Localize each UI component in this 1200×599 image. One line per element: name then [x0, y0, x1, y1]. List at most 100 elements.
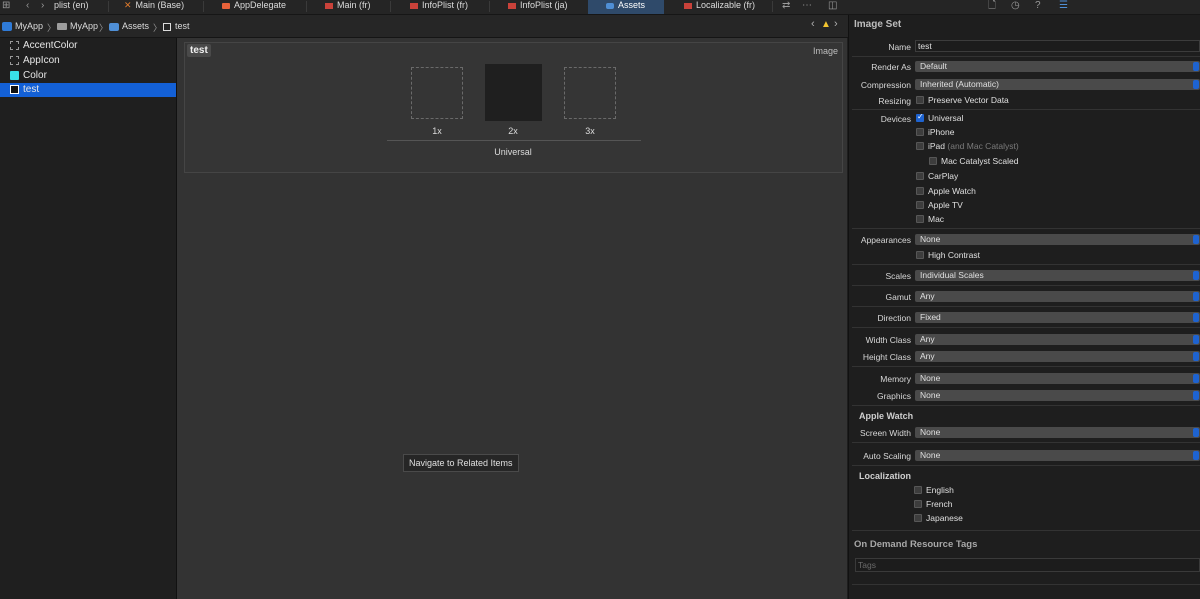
inspector-title: Image Set — [854, 19, 902, 30]
popup-arrow-icon — [1193, 292, 1199, 301]
image-slot-1x[interactable] — [411, 67, 463, 119]
ipad-checkbox[interactable] — [916, 142, 924, 150]
tab-divider — [306, 1, 307, 12]
tooltip: Navigate to Related Items — [403, 454, 519, 472]
asset-catalog-icon — [606, 2, 614, 9]
swap-icon[interactable]: ⇄ — [782, 0, 790, 12]
forward-icon[interactable]: › — [41, 0, 44, 12]
mac-checkbox[interactable] — [916, 215, 924, 223]
more-icon[interactable]: ⋯ — [802, 0, 812, 12]
file-inspector-icon[interactable]: 🗋 — [988, 0, 996, 12]
memory-label: Memory — [880, 374, 911, 384]
compression-label: Compression — [860, 80, 911, 90]
direction-popup[interactable]: Fixed — [915, 312, 1200, 323]
popup-value: Individual Scales — [920, 270, 984, 280]
list-item[interactable]: test — [0, 83, 176, 97]
divider — [852, 584, 1200, 585]
popup-value: Fixed — [920, 312, 941, 322]
popup-value: Any — [920, 351, 935, 361]
preserve-vector-label: Preserve Vector Data — [928, 95, 1009, 105]
list-item[interactable]: AppIcon — [0, 54, 176, 68]
group-divider — [387, 140, 641, 141]
strings-file-icon — [508, 2, 516, 9]
tab-infoplist-en[interactable]: plist (en) — [54, 0, 89, 14]
add-editor-icon[interactable]: ◫ — [828, 0, 837, 12]
list-item-label: AppIcon — [23, 55, 60, 66]
scales-popup[interactable]: Individual Scales — [915, 270, 1200, 281]
tags-field[interactable]: Tags — [855, 558, 1200, 572]
tab-label: InfoPlist (fr) — [422, 0, 469, 10]
width-class-popup[interactable]: Any — [915, 334, 1200, 345]
apple-tv-checkbox[interactable] — [916, 201, 924, 209]
high-contrast-label: High Contrast — [928, 250, 980, 260]
breadcrumb-item[interactable]: MyApp — [2, 21, 43, 32]
attributes-inspector-icon[interactable]: ☰ — [1059, 0, 1068, 12]
tab-localizable-fr[interactable]: Localizable (fr) — [684, 0, 755, 14]
grid-icon[interactable]: ⊞ — [2, 0, 10, 12]
auto-scaling-popup[interactable]: None — [915, 450, 1200, 461]
devices-label: Devices — [880, 114, 911, 124]
width-class-label: Width Class — [865, 335, 911, 345]
render-as-popup[interactable]: Default — [915, 61, 1200, 72]
breadcrumb-item[interactable]: MyApp — [57, 21, 98, 31]
memory-popup[interactable]: None — [915, 373, 1200, 384]
image-slot-3x[interactable] — [564, 67, 616, 119]
help-inspector-icon[interactable]: ? — [1035, 0, 1041, 12]
breadcrumb-item[interactable]: test — [163, 21, 190, 31]
tab-divider — [772, 1, 773, 12]
asset-catalog-icon — [109, 22, 119, 31]
list-item[interactable]: AccentColor — [0, 39, 176, 53]
chevron-right-icon: 〉 — [47, 23, 57, 33]
tab-assets[interactable]: Assets — [588, 0, 664, 14]
popup-value: None — [920, 450, 941, 460]
high-contrast-checkbox[interactable] — [916, 251, 924, 259]
mac-catalyst-scaled-checkbox[interactable] — [929, 157, 937, 165]
apple-watch-checkbox[interactable] — [916, 187, 924, 195]
tab-appdelegate[interactable]: AppDelegate — [222, 0, 286, 14]
tab-infoplist-fr[interactable]: InfoPlist (fr) — [410, 0, 468, 14]
screen-width-popup[interactable]: None — [915, 427, 1200, 438]
breadcrumb-item[interactable]: Assets — [109, 21, 149, 31]
tab-main-fr[interactable]: Main (fr) — [325, 0, 371, 14]
carplay-checkbox[interactable] — [916, 172, 924, 180]
list-item[interactable]: Color — [0, 69, 176, 83]
tab-divider — [108, 1, 109, 12]
back-icon[interactable]: ‹ — [26, 0, 29, 12]
tab-label: Main (Base) — [135, 0, 185, 10]
japanese-label: Japanese — [926, 513, 963, 523]
list-item-label: test — [23, 84, 40, 95]
warning-icon[interactable]: ▲ — [821, 19, 831, 30]
chevron-left-icon[interactable]: ‹ — [811, 18, 815, 30]
tab-label: InfoPlist (ja) — [520, 0, 568, 10]
popup-value: None — [920, 234, 941, 244]
graphics-popup[interactable]: None — [915, 390, 1200, 401]
jump-bar: MyApp 〉 MyApp 〉 Assets 〉 test ‹ ▲ › — [0, 15, 848, 38]
english-checkbox[interactable] — [914, 486, 922, 494]
universal-checkbox[interactable] — [916, 112, 924, 122]
chevron-right-icon[interactable]: › — [834, 18, 838, 30]
popup-value: None — [920, 390, 941, 400]
japanese-checkbox[interactable] — [914, 514, 922, 522]
project-icon — [2, 22, 12, 32]
tab-main-base[interactable]: ✕ Main (Base) — [124, 0, 184, 14]
image-slot-2x[interactable] — [485, 64, 542, 121]
popup-value: None — [920, 373, 941, 383]
french-checkbox[interactable] — [914, 500, 922, 508]
compression-popup[interactable]: Inherited (Automatic) — [915, 79, 1200, 90]
tab-infoplist-ja[interactable]: InfoPlist (ja) — [508, 0, 568, 14]
gamut-popup[interactable]: Any — [915, 291, 1200, 302]
apple-watch-section-title: Apple Watch — [859, 411, 914, 421]
iphone-checkbox[interactable] — [916, 128, 924, 136]
popup-value: Any — [920, 334, 935, 344]
name-field[interactable]: test — [915, 40, 1200, 52]
image-set-panel[interactable]: test Image 1x 2x 3x Universal — [184, 42, 843, 173]
breadcrumb-label: MyApp — [70, 21, 99, 31]
divider — [852, 264, 1200, 265]
height-class-popup[interactable]: Any — [915, 351, 1200, 362]
history-inspector-icon[interactable]: ◷ — [1011, 0, 1020, 12]
popup-arrow-icon — [1193, 428, 1199, 437]
divider — [852, 465, 1200, 466]
screen-width-label: Screen Width — [859, 428, 911, 438]
preserve-vector-checkbox[interactable] — [916, 96, 924, 104]
appearances-popup[interactable]: None — [915, 234, 1200, 245]
